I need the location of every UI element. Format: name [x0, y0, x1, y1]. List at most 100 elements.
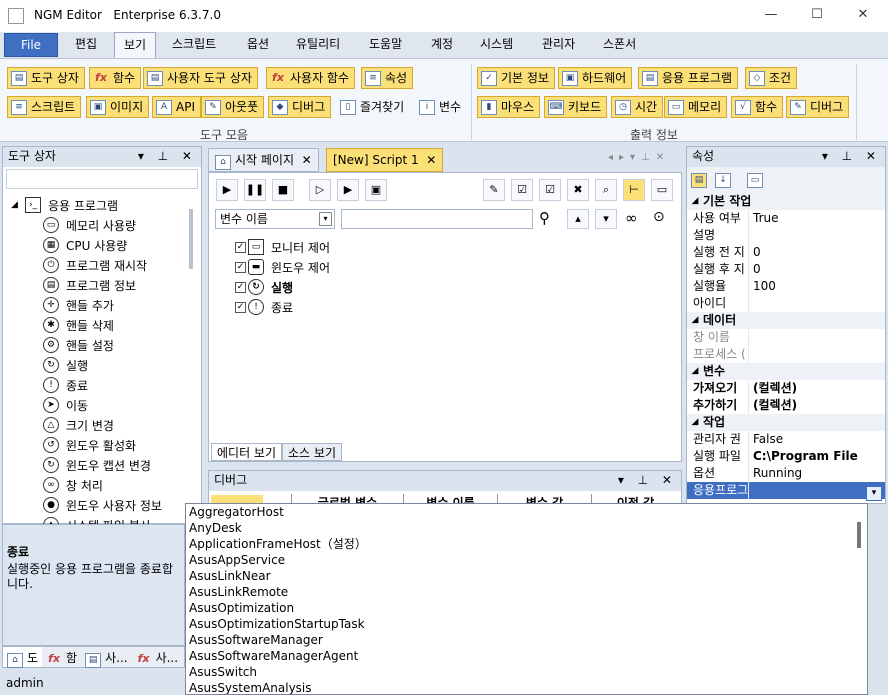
loop-icon[interactable]: ∞ [625, 209, 638, 227]
tab-start-page[interactable]: ⌂ 시작 페이지 ✕ [208, 148, 319, 172]
dropdown-option[interactable]: AnyDesk [186, 520, 867, 536]
property-value[interactable]: 0 [749, 244, 761, 261]
check-all-icon[interactable]: ☑ [511, 179, 533, 201]
dropdown-option[interactable]: ApplicationFrameHost（설정） [186, 536, 867, 552]
zoom-icon[interactable]: ⌕ [595, 179, 617, 201]
toolbox-item[interactable]: ✱ 핸들 삭제 [11, 315, 201, 335]
sort-az-icon[interactable]: ↓ [715, 172, 731, 188]
search-icon[interactable]: ⚲ [539, 209, 550, 227]
toolbox-item[interactable]: ↻ 윈도우 캡션 변경 [11, 455, 201, 475]
menu-utility[interactable]: 유틸리티 [287, 32, 349, 58]
property-row[interactable]: 실행 후 지0 [687, 261, 885, 278]
menu-admin[interactable]: 관리자 [533, 32, 584, 58]
property-row[interactable]: 설명 [687, 227, 885, 244]
memory-button[interactable]: ▭ 메모리 [664, 96, 728, 118]
more-icon[interactable]: ⊙ [653, 209, 665, 225]
collapse-icon[interactable]: ◢ [687, 312, 703, 329]
function-output-button[interactable]: √ 함수 [731, 96, 784, 118]
toolbox-item[interactable]: △ 크기 변경 [11, 415, 201, 435]
property-row[interactable]: 응용프로그 [687, 482, 885, 499]
property-value[interactable] [749, 295, 753, 312]
collapse-icon[interactable]: ◢ [687, 363, 703, 380]
run-icon[interactable]: ▶ [216, 179, 238, 201]
variable-search-input[interactable] [341, 209, 533, 229]
collapse-icon[interactable]: ◢ [687, 414, 703, 431]
variable-select[interactable]: 변수 이름 ▾ [215, 209, 335, 229]
keyboard-button[interactable]: ⌨ 키보드 [544, 96, 608, 118]
properties-button[interactable]: ≡ 속성 [361, 67, 414, 89]
hardware-button[interactable]: ▣ 하드웨어 [558, 67, 633, 89]
chevron-down-icon[interactable]: ▾ [319, 212, 332, 226]
toolbox-search-input[interactable] [6, 169, 198, 189]
property-row[interactable]: 옵션 Running [687, 465, 885, 482]
dropdown-option[interactable]: AsusOptimizationStartupTask [186, 616, 867, 632]
checkbox[interactable]: ✓ [235, 261, 246, 273]
dropdown-option[interactable]: AsusAppService [186, 552, 867, 568]
edit-icon[interactable]: ✎ [483, 179, 505, 201]
property-value[interactable] [749, 482, 753, 499]
variables-button[interactable]: i 변수 [415, 96, 467, 118]
dropdown-option[interactable]: AsusLinkRemote [186, 584, 867, 600]
file-menu[interactable]: File [4, 33, 58, 57]
dropdown-option[interactable]: AsusSoftwareManager [186, 632, 867, 648]
script-step[interactable]: ✓ ▭ 모니터 제어 [235, 237, 330, 257]
collapse-icon[interactable]: ◢ [687, 193, 703, 210]
property-pages-icon[interactable]: ▭ [747, 172, 763, 188]
dropdown-option[interactable]: AsusSystemAnalysis [186, 680, 867, 694]
property-value[interactable] [749, 329, 753, 346]
scrollbar[interactable] [857, 522, 861, 548]
menu-sponsor[interactable]: 스폰서 [594, 32, 645, 58]
script-step[interactable]: ✓ ▬ 윈도우 제어 [235, 257, 330, 277]
collapse-icon[interactable]: ◢ [11, 200, 25, 210]
output-button[interactable]: ✎ 아웃풋 [201, 96, 265, 118]
time-button[interactable]: ◷ 시간 [611, 96, 664, 118]
property-value[interactable]: (컬렉션) [749, 380, 797, 397]
checkbox[interactable]: ✓ [235, 241, 246, 253]
checkbox[interactable]: ✓ [235, 301, 246, 313]
property-row[interactable]: 창 이름 [687, 329, 885, 346]
stop-icon[interactable]: ■ [272, 179, 294, 201]
menu-script[interactable]: 스크립트 [163, 32, 225, 58]
property-row[interactable]: 실행율 100 [687, 278, 885, 295]
chevron-down-icon[interactable]: ▾ [866, 486, 882, 501]
menu-system[interactable]: 시스템 [471, 32, 522, 58]
script-step[interactable]: ✓! 종료 [235, 297, 330, 317]
toolbox-item[interactable]: ! 종료 [11, 375, 201, 395]
toolbox-item[interactable]: ∞ 창 처리 [11, 475, 201, 495]
dropdown-option[interactable]: AggregatorHost [186, 504, 867, 520]
step-icon[interactable]: ▷ [309, 179, 331, 201]
user-function-button[interactable]: fx 사용자 함수 [266, 67, 356, 89]
property-row[interactable]: 실행 파일 C:\Program File [687, 448, 885, 465]
move-up-icon[interactable]: ▴ [567, 209, 589, 229]
dropdown-option[interactable]: AsusSoftwareManagerAgent [186, 648, 867, 664]
debug-output-button[interactable]: ✎ 디버그 [786, 96, 850, 118]
panel-controls[interactable]: ▾ ⊥ ✕ [138, 147, 201, 167]
toolbox-item[interactable]: ↺ 윈도우 활성화 [11, 435, 201, 455]
toolbox-item[interactable]: ▤ 프로그램 정보 [11, 275, 201, 295]
property-value[interactable]: False [749, 431, 783, 448]
category-task[interactable]: ◢ 작업 [687, 414, 885, 431]
property-value[interactable]: True [749, 210, 779, 227]
delete-icon[interactable]: ✖ [567, 179, 589, 201]
debug-button[interactable]: ◆ 디버그 [268, 96, 332, 118]
toolbox-item[interactable]: ⏻ 프로그램 재시작 [11, 255, 201, 275]
tab-user-function[interactable]: fx 사... [132, 647, 182, 667]
image-button[interactable]: ▣ 이미지 [86, 96, 150, 118]
basic-info-button[interactable]: ✓ 기본 정보 [477, 67, 555, 89]
step-over-icon[interactable]: ▶ [337, 179, 359, 201]
tab-source-view[interactable]: 소스 보기 [282, 443, 342, 461]
category-variables[interactable]: ◢ 변수 [687, 363, 885, 380]
toolbox-item[interactable]: ▦ CPU 사용량 [11, 235, 201, 255]
user-toolbox-button[interactable]: ▤ 사용자 도구 상자 [143, 67, 258, 89]
categorized-icon[interactable]: ▤ [691, 172, 707, 188]
monitor-icon[interactable]: ▭ [651, 179, 673, 201]
property-value[interactable] [749, 227, 753, 244]
condition-button[interactable]: ◇ 조건 [745, 67, 798, 89]
toolbox-item[interactable]: ▭ 메모리 사용량 [11, 215, 201, 235]
tab-script-1[interactable]: [New] Script 1 ✕ [326, 148, 444, 172]
scrollbar[interactable] [189, 209, 193, 269]
property-value[interactable] [749, 346, 753, 363]
property-row[interactable]: 실행 전 지0 [687, 244, 885, 261]
property-value[interactable]: Running [749, 465, 802, 482]
category-basic[interactable]: ◢ 기본 작업 [687, 193, 885, 210]
